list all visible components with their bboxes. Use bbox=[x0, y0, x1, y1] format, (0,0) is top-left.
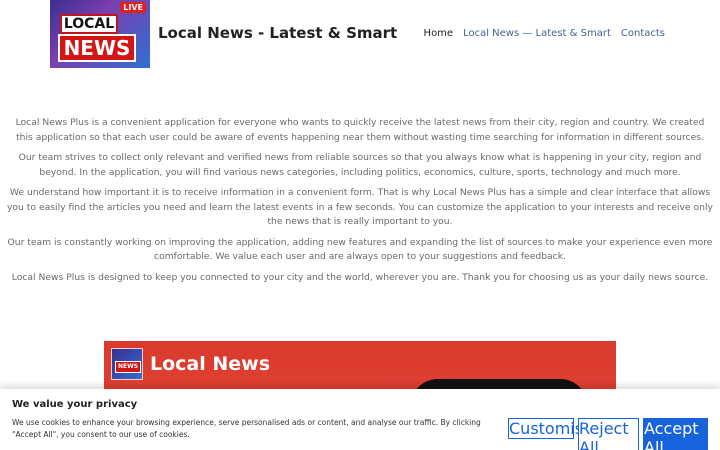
customise-button[interactable]: Customise bbox=[508, 418, 593, 439]
paragraph: Local News Plus is a convenient applicat… bbox=[15, 117, 705, 143]
logo-local-text: LOCAL bbox=[60, 14, 118, 34]
site-header: LIVE LOCAL NEWS Local News - Latest & Sm… bbox=[0, 0, 720, 70]
nav-contacts[interactable]: Contacts bbox=[621, 28, 665, 39]
about-content: Local News Plus is a convenient applicat… bbox=[0, 116, 720, 291]
cookie-title: We value your privacy bbox=[12, 399, 138, 410]
site-title[interactable]: Local News - Latest & Smart bbox=[158, 24, 397, 42]
paragraph: Our team strives to collect only relevan… bbox=[18, 152, 702, 178]
paragraph: Local News Plus is designed to keep you … bbox=[11, 271, 709, 283]
accept-all-button[interactable]: Accept All bbox=[643, 418, 708, 450]
live-badge: LIVE bbox=[120, 2, 146, 13]
logo-news-text: NEWS bbox=[58, 34, 136, 62]
nav-local-news[interactable]: Local News — Latest & Smart bbox=[463, 28, 611, 39]
paragraph: Our team is constantly working on improv… bbox=[7, 236, 713, 263]
banner-logo-text: NEWS bbox=[115, 361, 141, 373]
nav-home[interactable]: Home bbox=[424, 28, 454, 39]
reject-all-button[interactable]: Reject All bbox=[578, 418, 639, 450]
paragraph: We understand how important it is to rec… bbox=[7, 187, 713, 227]
main-nav: Home Local News — Latest & Smart Contact… bbox=[424, 28, 665, 39]
site-logo[interactable]: LIVE LOCAL NEWS bbox=[50, 0, 150, 68]
banner-logo-icon: NEWS bbox=[111, 348, 143, 380]
cookie-text: We use cookies to enhance your browsing … bbox=[12, 418, 481, 439]
banner-title: Local News bbox=[150, 353, 271, 375]
